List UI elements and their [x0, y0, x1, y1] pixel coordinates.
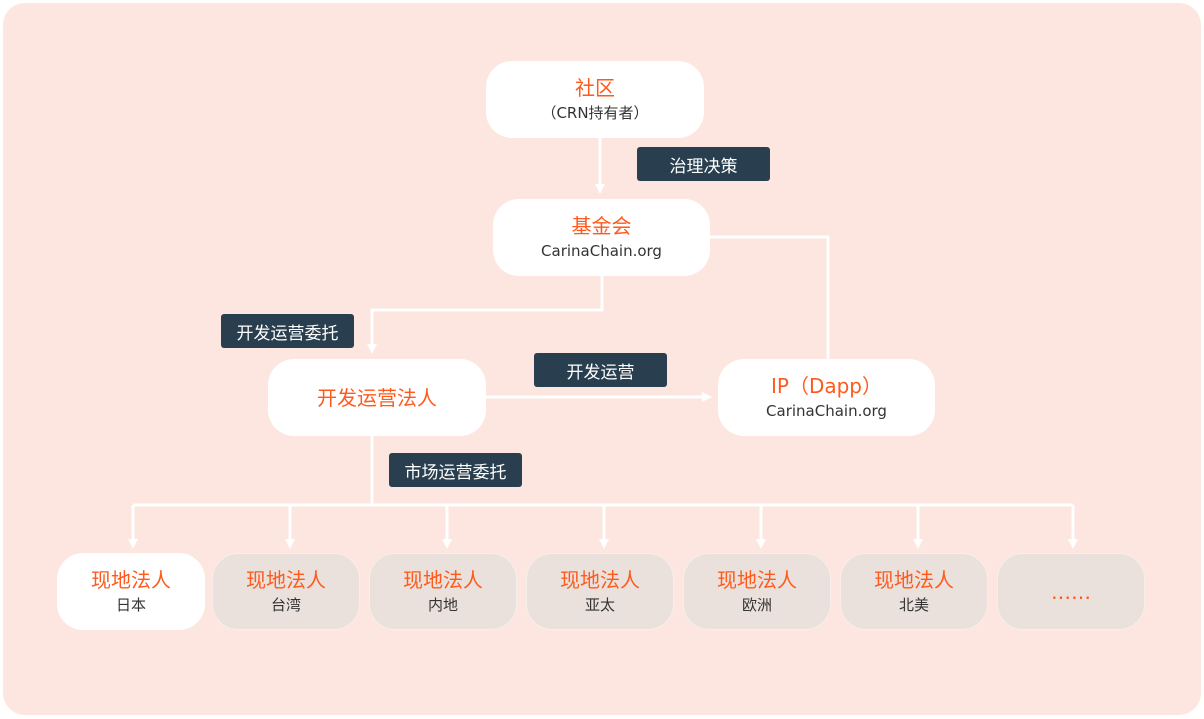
- regional-entity-mainland: 现地法人 内地: [369, 553, 517, 630]
- dev-entity-title: 开发运营法人: [317, 385, 437, 410]
- ip-dapp-node: IP（Dapp） CarinaChain.org: [718, 359, 935, 436]
- foundation-node: 基金会 CarinaChain.org: [493, 199, 710, 276]
- regional-entity-north-america: 现地法人 北美: [840, 553, 988, 630]
- connector-foundation-dev: [367, 276, 604, 354]
- regional-entity-japan: 现地法人 日本: [57, 553, 205, 630]
- regional-entity-region: 亚太: [584, 596, 615, 614]
- regional-entity-title: 现地法人: [717, 568, 797, 592]
- regional-entity-region: 日本: [115, 596, 146, 614]
- ip-dapp-subtitle: CarinaChain.org: [766, 402, 887, 420]
- connector-foundation-ip: [710, 235, 830, 360]
- dev-entity-node: 开发运营法人: [268, 359, 486, 436]
- market-ops-delegation-label: 市场运营委托: [389, 453, 522, 487]
- regional-entity-apac: 现地法人 亚太: [526, 553, 674, 630]
- regional-entity-title: 现地法人: [91, 568, 171, 592]
- regional-entity-title: 现地法人: [403, 568, 483, 592]
- governance-label: 治理决策: [637, 147, 770, 181]
- foundation-title: 基金会: [571, 214, 632, 238]
- community-subtitle: （CRN持有者）: [541, 104, 649, 122]
- community-node: 社区 （CRN持有者）: [486, 61, 704, 138]
- regional-entity-taiwan: 现地法人 台湾: [212, 553, 360, 630]
- foundation-subtitle: CarinaChain.org: [541, 242, 662, 260]
- regional-entity-title: 现地法人: [560, 568, 640, 592]
- dev-ops-label: 开发运营: [534, 353, 667, 387]
- regional-entity-region: 欧洲: [741, 596, 772, 614]
- regional-entity-region: 内地: [427, 596, 458, 614]
- dev-ops-delegation-label: 开发运营委托: [221, 314, 354, 348]
- regional-entity-europe: 现地法人 欧洲: [683, 553, 831, 630]
- regional-entity-more-label: ……: [1051, 579, 1091, 604]
- community-title: 社区: [575, 76, 615, 100]
- regional-entity-title: 现地法人: [246, 568, 326, 592]
- regional-entity-region: 北美: [898, 596, 929, 614]
- regional-entity-region: 台湾: [270, 596, 301, 614]
- ip-dapp-title: IP（Dapp）: [770, 374, 882, 398]
- regional-entity-more: ……: [997, 553, 1145, 630]
- regional-entity-title: 现地法人: [874, 568, 954, 592]
